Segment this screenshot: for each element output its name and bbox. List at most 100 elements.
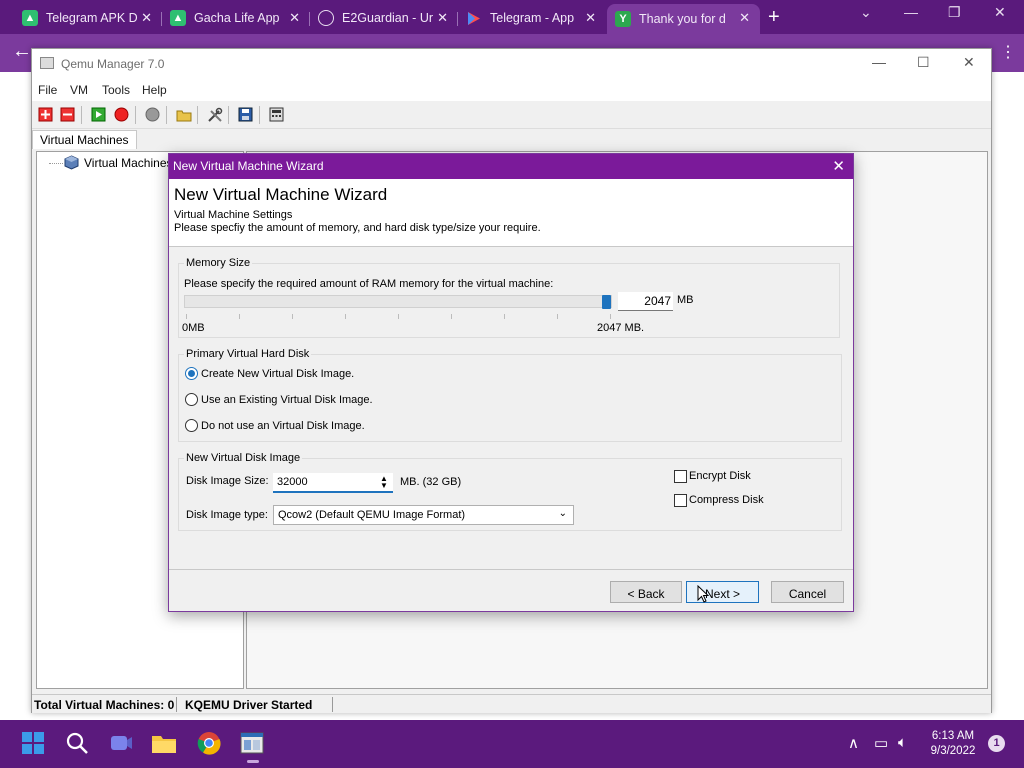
taskbar: ∧ ▭ 🔈︎ 6:13 AM 9/3/2022 1 <box>0 720 1024 768</box>
existing-disk-label[interactable]: Use an Existing Virtual Disk Image. <box>201 394 373 406</box>
globe-icon <box>318 10 334 26</box>
create-disk-label[interactable]: Create New Virtual Disk Image. <box>201 368 354 380</box>
tab-close-icon[interactable]: ✕ <box>141 10 152 26</box>
driver-status: KQEMU Driver Started <box>185 698 313 712</box>
remove-vm-icon[interactable] <box>59 106 76 123</box>
play-store-icon <box>466 10 482 26</box>
memory-slider[interactable] <box>184 295 612 308</box>
group-title: Memory Size <box>184 257 253 269</box>
add-vm-icon[interactable] <box>37 106 54 123</box>
tab-close-icon[interactable]: ✕ <box>289 10 300 26</box>
tree-item-virtual-machines[interactable]: Virtual Machines <box>84 156 173 170</box>
back-button[interactable]: < Back <box>610 581 682 603</box>
notification-badge[interactable]: 1 <box>988 735 1005 752</box>
memory-slider-thumb[interactable] <box>602 295 611 309</box>
network-icon[interactable] <box>144 106 161 123</box>
tab-title: Gacha Life App <box>194 11 280 25</box>
android-icon: ▲ <box>22 10 38 26</box>
group-title: Primary Virtual Hard Disk <box>184 348 312 360</box>
wizard-window-title: New Virtual Machine Wizard <box>173 159 324 173</box>
group-title: New Virtual Disk Image <box>184 452 303 464</box>
volume-icon[interactable]: 🔈︎ <box>898 734 907 751</box>
teams-chat-icon[interactable] <box>108 730 134 756</box>
menu-help[interactable]: Help <box>142 83 167 97</box>
toolbar-separator <box>81 106 82 124</box>
tab-close-icon[interactable]: ✕ <box>739 10 750 26</box>
browser-tab-active[interactable]: Y Thank you for d ✕ <box>607 4 760 34</box>
minimize-icon[interactable]: — <box>872 54 886 70</box>
clock-time: 6:13 AM <box>931 730 975 742</box>
cancel-button[interactable]: Cancel <box>771 581 844 603</box>
disk-size-label: Disk Image Size: <box>186 475 269 487</box>
encrypt-disk-checkbox[interactable] <box>674 470 687 483</box>
menu-bar: File VM Tools Help <box>32 79 991 101</box>
status-divider <box>176 697 177 712</box>
menu-vm[interactable]: VM <box>70 83 88 97</box>
existing-disk-radio[interactable] <box>185 393 198 406</box>
footer-divider <box>169 569 853 570</box>
save-icon[interactable] <box>237 106 254 123</box>
browser-tab[interactable]: ▲ Gacha Life App ✕ <box>162 4 310 32</box>
close-icon[interactable]: ✕ <box>963 54 975 71</box>
menu-tools[interactable]: Tools <box>102 83 130 97</box>
disk-type-select[interactable]: Qcow2 (Default QEMU Image Format) ⌄ <box>273 505 574 525</box>
network-icon[interactable]: ▭ <box>874 734 888 752</box>
restore-icon[interactable]: ❐ <box>948 4 961 21</box>
create-disk-radio[interactable] <box>185 367 198 380</box>
calculator-icon[interactable] <box>268 106 285 123</box>
memory-max-label: 2047 MB. <box>597 322 645 334</box>
tree-connector <box>49 163 63 164</box>
clock[interactable]: 6:13 AM 9/3/2022 <box>922 729 984 759</box>
new-tab-icon[interactable]: + <box>768 6 780 29</box>
start-vm-icon[interactable] <box>90 106 107 123</box>
browser-tab[interactable]: ▲ Telegram APK D ✕ <box>14 4 162 32</box>
close-icon[interactable]: ✕ <box>994 4 1006 21</box>
close-icon[interactable]: ✕ <box>832 157 845 175</box>
stop-vm-icon[interactable] <box>113 106 130 123</box>
maximize-icon[interactable]: ☐ <box>917 54 930 71</box>
encrypt-disk-label[interactable]: Encrypt Disk <box>689 470 751 482</box>
qemu-window-title: Qemu Manager 7.0 <box>61 57 165 71</box>
wizard-heading: New Virtual Machine Wizard <box>174 185 388 204</box>
no-disk-radio[interactable] <box>185 419 198 432</box>
chevron-up-icon[interactable]: ∧ <box>848 734 859 752</box>
wizard-header: New Virtual Machine Wizard Virtual Machi… <box>169 179 853 247</box>
toolbar-separator <box>135 106 136 124</box>
compress-disk-label[interactable]: Compress Disk <box>689 494 764 506</box>
clock-date: 9/3/2022 <box>930 745 976 757</box>
disk-size-unit: MB. (32 GB) <box>400 476 462 488</box>
file-explorer-icon[interactable] <box>151 730 177 756</box>
search-icon[interactable] <box>64 730 90 756</box>
disk-size-spinner-icon[interactable]: ▲ ▼ <box>377 475 391 490</box>
toolbar-separator <box>228 106 229 124</box>
no-disk-label[interactable]: Do not use an Virtual Disk Image. <box>201 420 365 432</box>
qemu-title-bar: Qemu Manager 7.0 — ☐ ✕ <box>32 49 991 79</box>
tab-virtual-machines[interactable]: Virtual Machines <box>32 130 137 149</box>
open-folder-icon[interactable] <box>175 106 192 123</box>
chevron-down-icon[interactable]: ⌄ <box>860 4 872 21</box>
browser-tab[interactable]: Telegram - App ✕ <box>458 4 606 32</box>
compress-disk-checkbox[interactable] <box>674 494 687 507</box>
chrome-icon[interactable] <box>196 730 222 756</box>
windows-start-icon[interactable] <box>20 730 46 756</box>
menu-file[interactable]: File <box>38 83 57 97</box>
memory-input[interactable] <box>618 292 673 311</box>
back-arrow-icon[interactable]: ← <box>12 40 32 63</box>
memory-prompt: Please specify the required amount of RA… <box>184 278 554 290</box>
settings-tools-icon[interactable] <box>206 106 223 123</box>
tab-title: Telegram APK D <box>46 11 138 25</box>
tab-close-icon[interactable]: ✕ <box>585 10 596 26</box>
wizard-description: Please specfiy the amount of memory, and… <box>174 222 541 234</box>
disk-size-input[interactable] <box>273 473 393 493</box>
mouse-cursor-icon <box>697 585 709 603</box>
browser-tab[interactable]: E2Guardian - Ur ✕ <box>310 4 458 32</box>
minimize-icon[interactable]: — <box>904 4 918 20</box>
y-icon: Y <box>615 11 631 27</box>
status-bar: Total Virtual Machines: 0 KQEMU Driver S… <box>32 694 991 713</box>
more-menu-icon[interactable]: ⋮ <box>1000 42 1016 62</box>
tab-close-icon[interactable]: ✕ <box>437 10 448 26</box>
memory-unit: MB <box>677 294 694 306</box>
qemu-manager-taskbar-icon[interactable] <box>239 730 265 763</box>
memory-min-label: 0MB <box>182 322 205 334</box>
tab-title: Telegram - App <box>490 11 575 25</box>
